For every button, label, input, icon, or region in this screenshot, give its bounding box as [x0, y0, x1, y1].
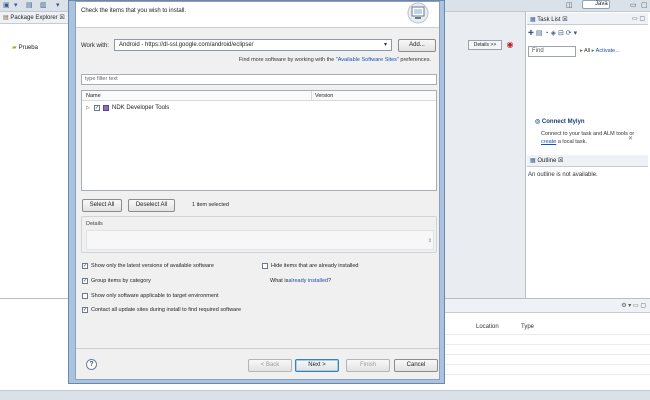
collapse-icon[interactable]: ⊟ [558, 30, 564, 37]
show-applicable-checkbox[interactable] [82, 293, 88, 299]
project-folder-icon: ▰ [12, 45, 17, 51]
save-icon[interactable]: ▤ [26, 2, 33, 9]
details-group: Details ⇕ [81, 216, 437, 253]
group-category-checkbox[interactable]: ✓ [82, 278, 88, 284]
dialog-header: Check the items that you wish to install… [76, 2, 439, 28]
open-perspective-icon[interactable]: ◫ [566, 2, 573, 9]
hide-installed-option[interactable]: Hide items that are already installed [262, 263, 358, 269]
minimize-icon[interactable]: ▭ [630, 2, 637, 9]
row-divider [445, 354, 650, 355]
software-tree: Name Version ▷ ✓ NDK Developer Tools [81, 90, 437, 191]
task-find-input[interactable]: Find [528, 46, 576, 57]
activate-link[interactable]: Activate... [596, 48, 620, 54]
back-button[interactable]: < Back [248, 359, 292, 372]
scheduled-icon[interactable]: ◔ [544, 30, 548, 37]
install-dialog: Check the items that you wish to install… [68, 0, 445, 384]
deselect-all-button[interactable]: Deselect All [128, 199, 175, 212]
details-toggle-button[interactable]: Details >> [468, 40, 502, 50]
dropdown-icon[interactable]: ▾ [14, 2, 21, 9]
row-divider [445, 344, 650, 345]
filter-input[interactable]: type filter text [81, 74, 437, 85]
column-type[interactable]: Type [521, 324, 534, 330]
mylyn-title: ◎ Connect Mylyn [535, 119, 585, 125]
column-version[interactable]: Version [315, 93, 333, 99]
outline-tab[interactable]: ▦ Outline ☒ [527, 155, 648, 167]
dialog-body: Check the items that you wish to install… [75, 1, 440, 380]
details-text-area[interactable]: ⇕ [86, 230, 434, 250]
package-explorer-tab[interactable]: ▤ Package Explorer ☒ [0, 12, 69, 24]
row-divider [445, 364, 650, 365]
available-software-sites-link[interactable]: "Available Software Sites" [336, 57, 399, 63]
task-list-tab[interactable]: ▦ Task List ☒ ▭ ▢ [527, 13, 648, 25]
editor-area [445, 12, 525, 298]
contact-sites-option[interactable]: ✓ Contact all update sites during install… [82, 307, 241, 313]
column-separator [311, 91, 312, 101]
scroll-icon[interactable]: ⇕ [428, 238, 432, 244]
maximize-icon[interactable]: ▢ [641, 2, 648, 9]
row-divider [445, 334, 650, 335]
already-installed-link[interactable]: already installed [288, 278, 328, 284]
work-with-label: Work with: [81, 43, 109, 49]
toolbar-icon[interactable]: ▾ [56, 2, 63, 9]
mylyn-icon: ◎ [535, 119, 542, 125]
create-task-link[interactable]: create [541, 139, 556, 145]
finish-button[interactable]: Finish [346, 359, 390, 372]
category-icon [103, 105, 109, 111]
footer-divider [76, 348, 439, 349]
chevron-down-icon[interactable]: ▾ [381, 40, 390, 50]
details-label: Details [86, 221, 103, 227]
task-list-toolbar: ✚ ▤ ◔ ◈ ⊟ ⟳ ▾ [528, 29, 646, 41]
add-site-button[interactable]: Add... [398, 39, 436, 52]
column-name[interactable]: Name [86, 93, 101, 99]
items-selected-count: 1 item selected [192, 202, 229, 208]
print-icon[interactable]: ▥ [40, 2, 47, 9]
select-all-button[interactable]: Select All [82, 199, 122, 212]
bottom-view-menu-icon[interactable]: ⚙ ▾ ▭ ▢ [621, 302, 646, 309]
new-task-icon[interactable]: ✚ [528, 30, 534, 37]
view-menu-icon[interactable]: ▭ ▢ [632, 15, 645, 22]
package-explorer-view: ▤ Package Explorer ☒ ▰ Prueba [0, 12, 70, 298]
expand-icon[interactable]: ▷ [86, 105, 94, 111]
sync-icon[interactable]: ⟳ [566, 30, 572, 37]
tree-header: Name Version [82, 91, 436, 101]
show-latest-checkbox[interactable]: ✓ [82, 263, 88, 269]
error-log-icon[interactable]: ◉ [505, 40, 515, 50]
more-software-text: Find more software by working with the "… [238, 57, 431, 63]
new-icon[interactable]: ▣ [3, 2, 10, 9]
work-with-combo[interactable]: Android - https://dl-ssl.google.com/andr… [114, 39, 392, 51]
install-banner-icon [407, 2, 429, 24]
tree-row[interactable]: ▷ ✓ NDK Developer Tools [86, 105, 169, 111]
help-icon[interactable]: ? [86, 359, 97, 370]
task-view-menu-icon[interactable]: ▾ [574, 30, 578, 37]
contact-sites-checkbox[interactable]: ✓ [82, 307, 88, 313]
next-button[interactable]: Next > [295, 359, 339, 372]
outline-message: An outline is not available. [528, 172, 598, 178]
task-list-filter: ▸ All ▸ Activate... [580, 48, 620, 54]
row-divider [445, 374, 650, 375]
dialog-description: Check the items that you wish to install… [81, 8, 187, 14]
show-applicable-option[interactable]: Show only software applicable to target … [82, 293, 219, 299]
cancel-button[interactable]: Cancel [394, 359, 438, 372]
show-latest-option[interactable]: ✓ Show only the latest versions of availa… [82, 263, 214, 269]
project-item[interactable]: ▰ Prueba [12, 44, 38, 51]
group-category-option[interactable]: ✓ Group items by category [82, 278, 151, 284]
focus-icon[interactable]: ◈ [551, 30, 556, 37]
status-bar [0, 390, 650, 400]
column-location[interactable]: Location [476, 324, 499, 330]
java-perspective-button[interactable]: Java [582, 0, 610, 9]
hide-installed-checkbox[interactable] [262, 263, 268, 269]
categorize-icon[interactable]: ▤ [536, 30, 543, 37]
bottom-view-tab: ⚙ ▾ ▭ ▢ [445, 299, 650, 313]
already-installed-text: What is already installed? [270, 278, 332, 284]
mylyn-close-icon[interactable]: ✕ [628, 135, 633, 142]
row-checkbox[interactable]: ✓ [94, 105, 100, 111]
